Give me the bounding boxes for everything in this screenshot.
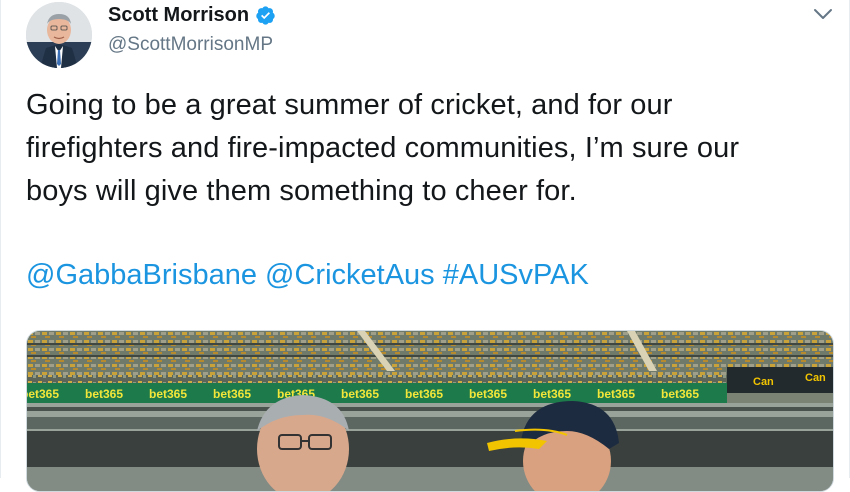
tweet-text-line: firefighters and fire-impacted communiti… [26, 132, 740, 164]
tweet-card: Scott Morrison @ScottMorrisonMP Going to… [0, 0, 850, 492]
sign-text: bet365 [405, 387, 443, 401]
author-handle[interactable]: @ScottMorrisonMP [108, 34, 273, 56]
sign-text-right-1: Can [753, 376, 774, 388]
sign-text: bet365 [149, 387, 187, 401]
chevron-down-icon[interactable] [812, 6, 834, 22]
sign-text: bet365 [469, 387, 507, 401]
tweet-text-line: boys will give them something to cheer f… [26, 175, 577, 207]
tweet-photo[interactable]: Can Can bet365 bet365 bet365 bet365 bet365 be… [26, 330, 834, 492]
tweet-text: Going to be a great summer of cricket, a… [26, 84, 838, 213]
hashtag-link-ausvpak[interactable]: #AUSvPAK [443, 259, 589, 291]
author-name[interactable]: Scott Morrison [108, 4, 249, 27]
sign-text: bet365 [341, 387, 379, 401]
sign-text: bet365 [27, 387, 59, 401]
sign-text-right-2: Can [805, 372, 826, 384]
sign-text: bet365 [85, 387, 123, 401]
card-left-border [0, 0, 1, 478]
stadium-photo: Can Can bet365 bet365 bet365 bet365 bet365 be… [27, 331, 833, 491]
tweet-text-line: Going to be a great summer of cricket, a… [26, 89, 673, 121]
sign-text: bet365 [661, 387, 699, 401]
sign-text: bet365 [597, 387, 635, 401]
sign-text: bet365 [533, 387, 571, 401]
verified-badge-icon [256, 6, 275, 25]
mention-link-cricketaus[interactable]: @CricketAus [265, 259, 435, 291]
author-row: Scott Morrison [108, 4, 276, 27]
avatar[interactable] [26, 2, 92, 68]
sign-text: bet365 [213, 387, 251, 401]
mention-link-gabbabrisbane[interactable]: @GabbaBrisbane [26, 259, 257, 291]
tweet-mentions: @GabbaBrisbane @CricketAus #AUSvPAK [26, 254, 589, 297]
